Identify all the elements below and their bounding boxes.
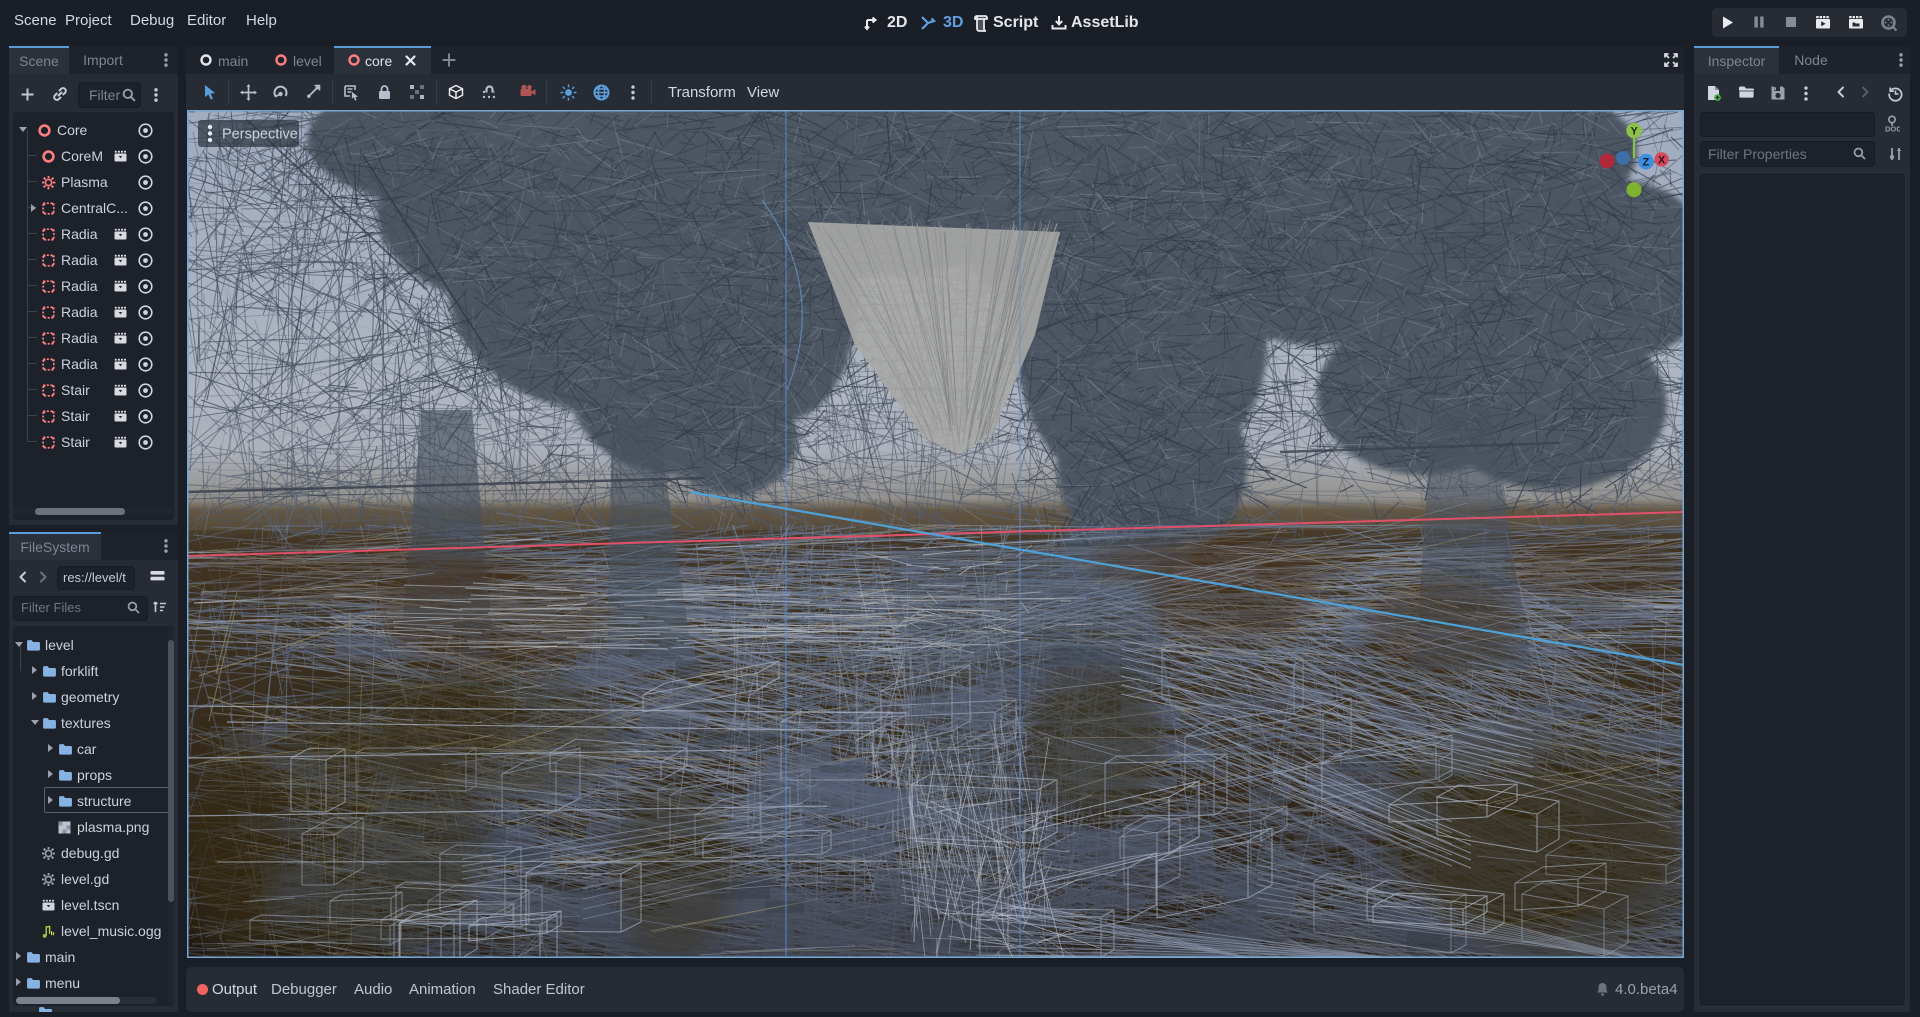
svg-text:Y: Y bbox=[1631, 126, 1639, 138]
svg-text:Z: Z bbox=[1643, 157, 1650, 169]
svg-text:DOC: DOC bbox=[1885, 125, 1900, 134]
svg-text:X: X bbox=[1658, 154, 1666, 166]
svg-text:Perspective: Perspective bbox=[222, 127, 298, 143]
